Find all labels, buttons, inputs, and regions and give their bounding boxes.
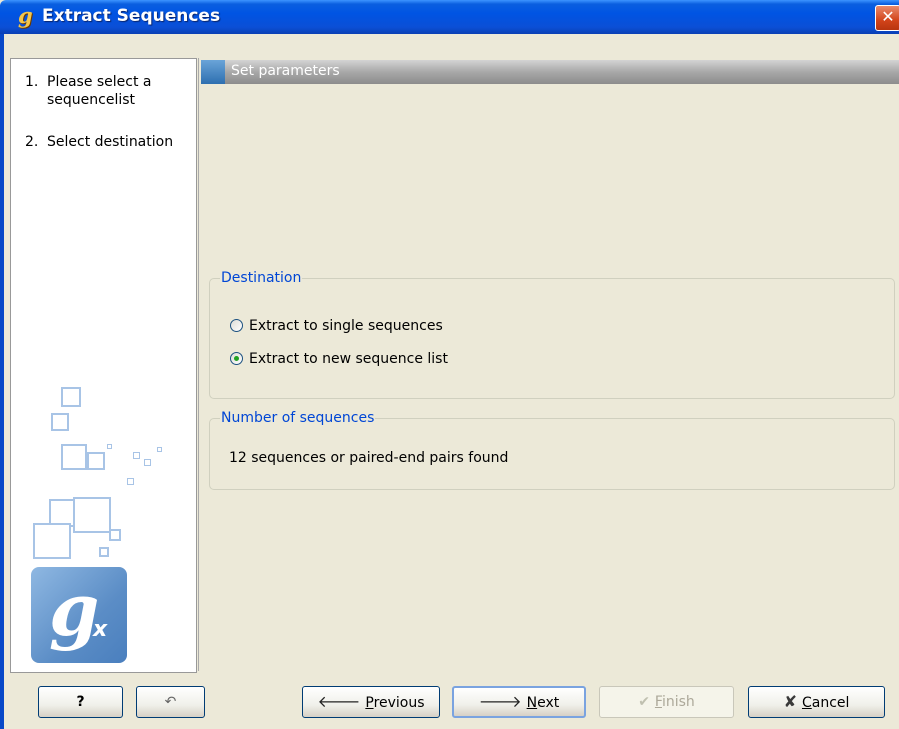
destination-group: Destination Extract to single sequences … [209,270,895,399]
button-label: revious [373,695,425,711]
close-button[interactable]: ✕ [875,5,899,31]
radio-dot [234,356,239,361]
step-item-select-sequencelist: 1. Please select a sequencelist [25,73,195,109]
number-legend: Number of sequences [221,410,375,426]
deco-square [157,447,162,452]
deco-square [127,478,134,485]
destination-legend: Destination [221,270,302,286]
next-button[interactable]: 🡒 Next [452,686,586,718]
button-label: inish [661,694,695,710]
radio-unselected[interactable] [230,319,243,332]
logo-subscript: x [93,617,108,642]
help-icon: ? [76,694,85,710]
step-label: Select destination [47,134,174,150]
previous-button[interactable]: 🡐 Previous [302,686,440,718]
mnemonic: P [365,695,374,711]
deco-square [109,529,121,541]
step-label: Please select a sequencelist [47,74,152,108]
cancel-button[interactable]: ✘ Cancel [748,686,885,718]
deco-square [61,387,81,407]
number-of-sequences-group: Number of sequences 12 sequences or pair… [209,410,895,490]
window-title: Extract Sequences [42,6,221,26]
left-arrow-icon: 🡐 [317,692,361,711]
steps-panel: 1. Please select a sequencelist 2. Select … [10,58,197,673]
undo-button[interactable]: ↶ [136,686,205,718]
button-label: ancel [811,695,850,711]
finish-button[interactable]: ✔ Finish [599,686,734,718]
deco-square [33,523,71,559]
section-header-title: Set parameters [231,63,340,79]
section-header: Set parameters [201,60,899,84]
deco-square [73,497,111,533]
radio-label: Extract to single sequences [249,318,443,334]
radio-label: Extract to new sequence list [249,351,448,367]
deco-square [99,547,109,557]
sequence-count-text: 12 sequences or paired-end pairs found [229,450,509,466]
deco-square [107,444,112,449]
check-icon: ✔ [638,694,650,710]
deco-square [144,459,151,466]
x-icon: ✘ [783,692,797,711]
deco-square [87,452,105,470]
undo-icon: ↶ [164,694,177,710]
clc-logo: g x [31,567,127,663]
deco-square [133,452,140,459]
close-icon: ✕ [881,7,895,26]
help-button[interactable]: ? [38,686,123,718]
section-marker [201,60,225,84]
right-arrow-icon: 🡒 [478,692,522,711]
button-label: ext [537,695,560,711]
mnemonic: C [801,695,812,711]
mnemonic: F [654,694,662,710]
title-bar: g Extract Sequences ✕ [0,0,899,34]
step-number: 1. [25,74,39,90]
step-number: 2. [25,134,39,150]
mnemonic: N [526,695,538,711]
step-item-select-destination: 2. Select destination [25,133,195,151]
main-panel: Set parameters Destination Extract to si… [198,58,899,671]
deco-square [61,444,87,470]
g-icon: g [18,3,33,28]
logo-letter: g [49,567,100,652]
deco-square [51,413,69,431]
radio-selected[interactable] [230,352,243,365]
